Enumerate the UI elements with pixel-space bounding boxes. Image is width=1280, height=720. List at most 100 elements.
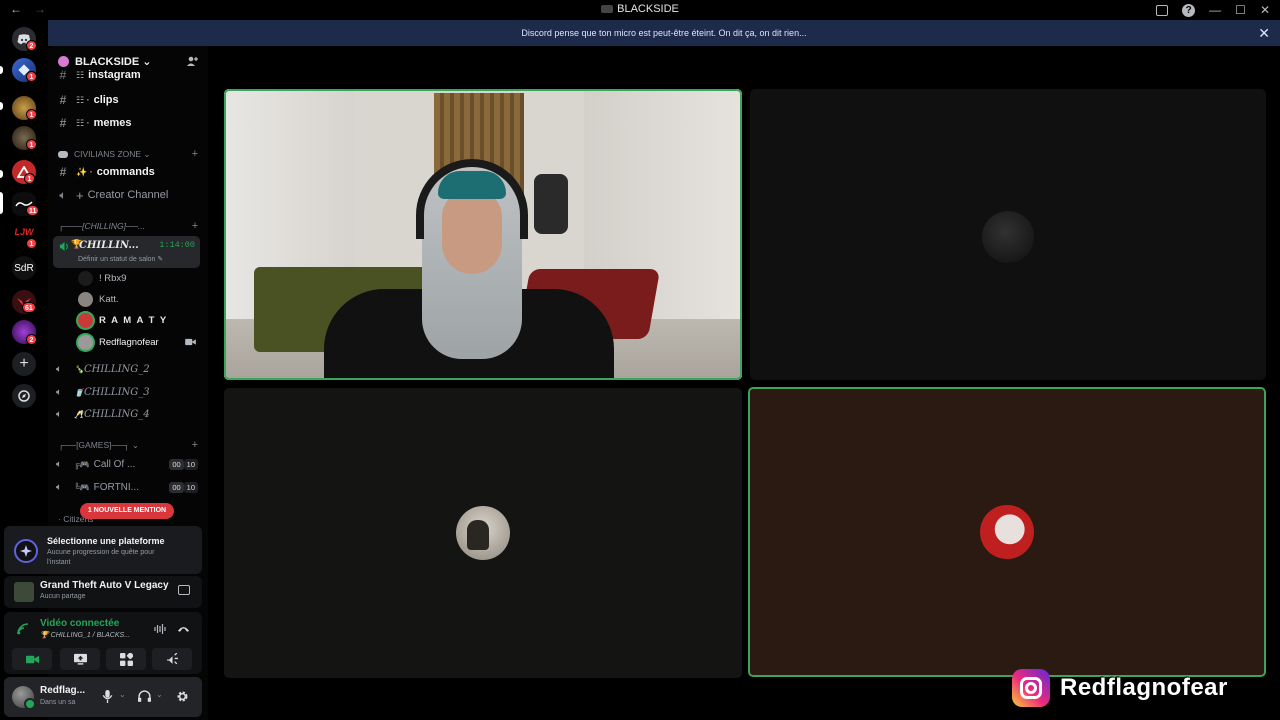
- hash-icon: #: [59, 69, 67, 81]
- member-name: Katt.: [99, 293, 119, 305]
- activities-icon: [119, 652, 133, 666]
- voice-member[interactable]: ! Rbx9: [78, 269, 126, 287]
- server-badge-9: 2: [26, 334, 37, 345]
- member-name: Redflagnofear: [99, 336, 159, 348]
- hash-icon: #: [59, 116, 67, 130]
- quest-subtitle: Aucune progression de quête pour l'insta…: [47, 549, 155, 566]
- mic-options-chevron-icon[interactable]: ⌄: [119, 690, 126, 699]
- speaker-icon: 🔈︎: [59, 187, 67, 202]
- signal-icon: [17, 623, 29, 635]
- close-notice-button[interactable]: ✕: [1258, 25, 1270, 42]
- camera-toggle-button[interactable]: [12, 648, 52, 670]
- voice-member[interactable]: R A M A T Y: [78, 311, 168, 329]
- voice-connection-panel: Vidéo connectée 🏆 CHILLING_1 / BLACKS...: [4, 612, 202, 674]
- game-activity-panel[interactable]: Grand Theft Auto V Legacy Aucun partage: [4, 576, 202, 608]
- channel-creator[interactable]: 🔈︎ + Creator Channel: [56, 185, 204, 205]
- camera-icon: [185, 338, 196, 346]
- close-window-button[interactable]: ✕: [1260, 1, 1270, 19]
- help-icon[interactable]: ?: [1182, 3, 1196, 17]
- active-voice-channel[interactable]: 🏆 CHILLIN... 1:14:00 Définir un statut d…: [53, 236, 200, 268]
- screen-share-button[interactable]: [60, 648, 100, 670]
- activities-button[interactable]: [106, 648, 146, 670]
- speaker-icon: 🔈︎: [56, 363, 62, 375]
- user-count: 00: [169, 481, 184, 493]
- add-channel-icon[interactable]: +: [192, 148, 198, 160]
- server-icon-sdr[interactable]: SdR: [12, 256, 36, 280]
- channel-emoji: ✨ ·: [76, 166, 93, 177]
- voice-channel-fortnite[interactable]: 🔈︎ ╚🎮 FORTNI... 00 10: [56, 478, 204, 496]
- voice-member[interactable]: Redflagnofear: [78, 333, 159, 351]
- video-tile-member-1[interactable]: [750, 89, 1266, 380]
- microphone-icon[interactable]: [101, 690, 114, 703]
- category-civilians-zone[interactable]: CIVILIANS ZONE ⌄ +: [58, 147, 204, 161]
- minimize-button[interactable]: —: [1209, 1, 1221, 19]
- audio-options-chevron-icon[interactable]: ⌄: [156, 690, 163, 699]
- add-server-button[interactable]: +: [12, 352, 36, 376]
- voice-member[interactable]: Katt.: [78, 290, 119, 308]
- settings-gear-icon[interactable]: [176, 690, 189, 703]
- channel-emoji: ☷: [76, 69, 85, 80]
- user-name[interactable]: Redflag...: [40, 685, 85, 696]
- unread-pill: [0, 66, 3, 74]
- channel-name: CHILLING_4: [83, 408, 150, 420]
- voice-connected-status[interactable]: Vidéo connectée: [40, 618, 119, 629]
- instagram-watermark: Redflagnofear: [1012, 668, 1228, 708]
- plus-icon: +: [76, 187, 84, 203]
- server-badge-4: 1: [26, 139, 37, 150]
- channel-clips[interactable]: # ☷ · clips: [56, 90, 204, 110]
- maximize-button[interactable]: ☐: [1235, 1, 1246, 19]
- add-channel-icon[interactable]: +: [192, 220, 198, 232]
- mic-notice-banner: Discord pense que ton micro est peut-êtr…: [48, 20, 1280, 46]
- quest-panel[interactable]: Sélectionne une plateforme Aucune progre…: [4, 526, 202, 574]
- channel-commands[interactable]: # ✨ · commands: [56, 162, 204, 182]
- video-tile-member-3[interactable]: [748, 387, 1266, 677]
- voice-channel-call-of-duty[interactable]: 🔈︎ ╔🎮 Call Of ... 00 10: [56, 455, 204, 473]
- noise-suppression-icon[interactable]: [154, 624, 166, 634]
- channel-name: clips: [93, 94, 119, 106]
- quest-icon: [14, 539, 38, 563]
- new-mention-pill[interactable]: 1 NOUVELLE MENTION: [80, 503, 174, 519]
- inbox-icon[interactable]: [1156, 4, 1169, 16]
- server-badge-8: 61: [22, 302, 36, 313]
- channel-emoji: 🍾: [74, 364, 84, 374]
- category-chilling[interactable]: ┌───[CHILLING]──... +: [58, 219, 204, 233]
- category-icon: [58, 150, 68, 158]
- user-limit-badge: 00 10: [169, 481, 198, 493]
- channel-memes[interactable]: # ☷ · memes: [56, 113, 204, 133]
- avatar: [78, 291, 93, 307]
- video-tile-camera[interactable]: [224, 89, 742, 380]
- member-name: ! Rbx9: [99, 272, 127, 284]
- member-avatar: [980, 505, 1034, 559]
- avatar: [78, 312, 93, 328]
- video-tile-member-2[interactable]: [224, 388, 742, 678]
- channel-instagram[interactable]: # ☷ instagram: [56, 69, 204, 81]
- title-bar: ← → BLACKSIDE ? — ☐ ✕: [0, 0, 1280, 20]
- voice-channel-chilling-2[interactable]: 🔈︎ 🍾 CHILLING_2: [56, 360, 150, 378]
- voice-channel-chilling-4[interactable]: 🔈︎ 🥂 CHILLING_4: [56, 405, 150, 423]
- share-screen-icon[interactable]: [178, 585, 190, 595]
- disconnect-icon[interactable]: [177, 624, 190, 634]
- explore-compass-icon[interactable]: [12, 384, 36, 408]
- channel-name: FORTNI...: [93, 481, 140, 493]
- speaker-icon: 🔈︎: [56, 458, 62, 470]
- selected-pill: [0, 192, 3, 214]
- channel-name: Creator Channel: [87, 189, 169, 201]
- channel-name: commands: [96, 166, 155, 178]
- invite-people-icon[interactable]: [186, 55, 198, 67]
- quest-title: Sélectionne une plateforme: [47, 536, 165, 546]
- channel-name: Call Of ...: [93, 458, 136, 470]
- category-games[interactable]: ┌──[GAMES]──┐ ⌄ +: [58, 438, 204, 452]
- server-badge-2: 1: [26, 71, 37, 82]
- add-channel-icon[interactable]: +: [192, 439, 198, 451]
- speaker-icon: [59, 241, 68, 252]
- mic-notice-text: Discord pense que ton micro est peut-êtr…: [521, 28, 807, 38]
- voice-channel-chilling-3[interactable]: 🔈︎ 🥤 CHILLING_3: [56, 383, 150, 401]
- channel-name: instagram: [88, 69, 141, 81]
- headphones-icon[interactable]: [138, 690, 151, 703]
- soundboard-button[interactable]: [152, 648, 192, 670]
- user-limit: 10: [183, 458, 198, 470]
- voice-location[interactable]: 🏆 CHILLING_1 / BLACKS...: [40, 631, 130, 639]
- voice-channel-name: CHILLIN...: [79, 240, 139, 251]
- user-avatar[interactable]: [12, 686, 36, 710]
- channel-status-prompt[interactable]: Définir un statut de salon ✎: [78, 255, 163, 263]
